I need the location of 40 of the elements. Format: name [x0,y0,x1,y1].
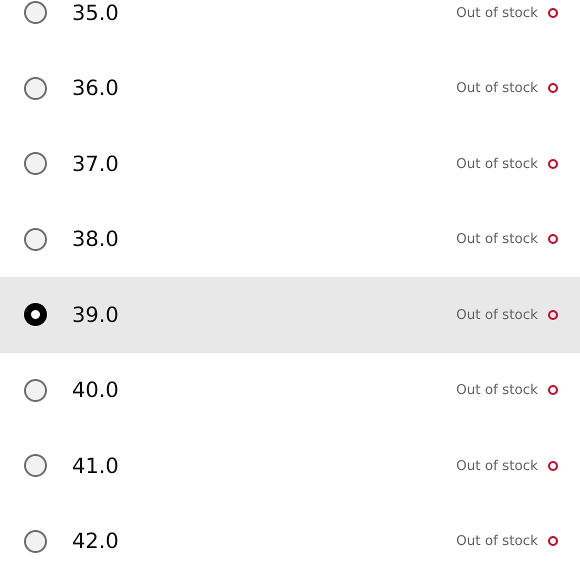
radio-button[interactable] [24,530,47,553]
size-label: 40.0 [72,378,120,402]
size-label: 39.0 [72,302,120,327]
size-label: 38.0 [72,227,120,252]
stock-indicator-icon [548,385,558,396]
size-label: 41.0 [72,454,120,478]
radio-button[interactable] [24,1,47,24]
stock-status: Out of stock [456,156,538,172]
size-label: 36.0 [72,76,120,100]
stock-status: Out of stock [456,80,538,96]
stock-indicator-icon [548,234,558,244]
radio-button[interactable] [24,378,47,402]
size-option[interactable]: 38.0 Out of stock [0,202,580,277]
stock-status: Out of stock [456,231,538,248]
stock-status: Out of stock [456,533,538,550]
stock-status: Out of stock [456,458,538,474]
size-option[interactable]: 42.0 Out of stock [0,504,580,579]
stock-indicator-icon [548,158,558,169]
radio-button[interactable] [24,303,47,326]
stock-indicator-icon [548,460,558,471]
stock-status: Out of stock [456,4,538,21]
size-label: 37.0 [72,152,120,176]
stock-indicator-icon [548,536,558,546]
stock-status: Out of stock [456,306,538,323]
stock-indicator-icon [548,8,558,18]
stock-status: Out of stock [456,382,538,398]
radio-button[interactable] [24,152,47,176]
size-option[interactable]: 41.0 Out of stock [0,428,580,504]
size-option[interactable]: 37.0 Out of stock [0,126,580,202]
radio-button[interactable] [24,454,47,478]
size-option[interactable]: 36.0 Out of stock [0,50,580,126]
size-label: 42.0 [72,529,120,554]
stock-indicator-icon [548,83,558,94]
size-label: 35.0 [72,0,120,25]
radio-button[interactable] [24,76,47,100]
size-option[interactable]: 35.0 Out of stock [0,0,580,50]
stock-indicator-icon [548,310,558,320]
size-option[interactable]: 40.0 Out of stock [0,352,580,428]
size-option[interactable]: 39.0 Out of stock [0,277,580,352]
radio-button[interactable] [24,228,47,251]
